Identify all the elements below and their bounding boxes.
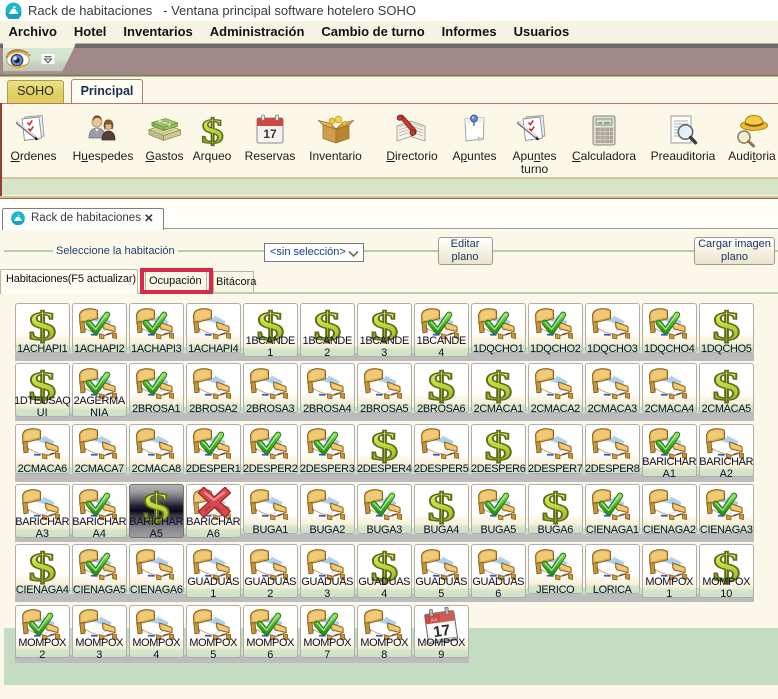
svg-text:$: $ [485,366,513,404]
svg-text:$: $ [713,366,741,404]
svg-text:17: 17 [263,127,277,141]
svg-text:$: $ [428,487,456,525]
svg-text:$: $ [428,366,456,404]
svg-text:$: $ [371,426,399,464]
svg-text:$: $ [713,306,741,344]
svg-text:$: $ [29,306,57,344]
svg-text:$: $ [29,547,57,585]
svg-text:$: $ [201,112,224,150]
svg-text:$: $ [485,426,513,464]
svg-text:$: $ [542,487,570,525]
